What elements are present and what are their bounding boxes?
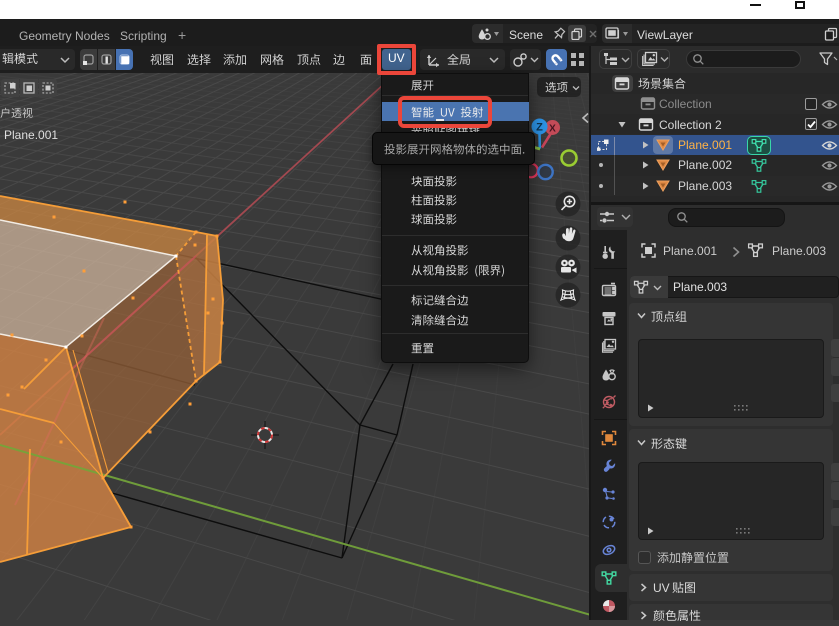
svg-text:X: X <box>549 124 556 135</box>
svg-text:Z: Z <box>536 122 543 134</box>
